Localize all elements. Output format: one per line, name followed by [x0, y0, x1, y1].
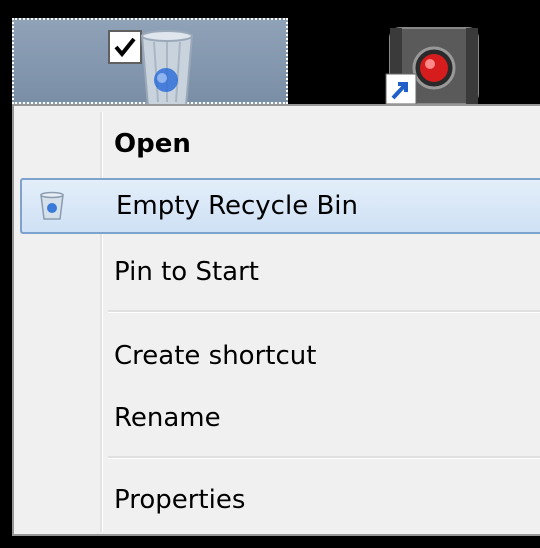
recycle-bin-icon — [140, 30, 194, 107]
menu-gutter-divider — [100, 112, 103, 532]
menu-item-open[interactable]: Open — [20, 116, 540, 172]
menu-item-properties[interactable]: Properties — [20, 472, 540, 528]
menu-item-label: Empty Recycle Bin — [116, 191, 358, 221]
menu-item-label: Create shortcut — [114, 341, 317, 371]
menu-item-label: Properties — [114, 485, 246, 515]
menu-item-pin-to-start[interactable]: Pin to Start — [20, 244, 540, 300]
menu-item-label: Rename — [114, 403, 221, 433]
menu-item-empty-recycle-bin[interactable]: Empty Recycle Bin — [20, 178, 540, 234]
menu-separator — [108, 310, 540, 313]
recycle-bin-desktop-icon[interactable] — [12, 18, 288, 107]
context-menu: Open Empty Recycle Bin Pin to Start Crea… — [12, 104, 540, 536]
menu-item-label: Pin to Start — [114, 257, 259, 287]
desktop: Open Empty Recycle Bin Pin to Start Crea… — [0, 0, 540, 548]
menu-separator — [108, 456, 540, 459]
media-shortcut-icon[interactable] — [384, 24, 484, 104]
menu-item-rename[interactable]: Rename — [20, 390, 540, 446]
menu-item-create-shortcut[interactable]: Create shortcut — [20, 328, 540, 384]
menu-item-label: Open — [114, 129, 191, 159]
recycle-bin-icon — [40, 191, 64, 220]
